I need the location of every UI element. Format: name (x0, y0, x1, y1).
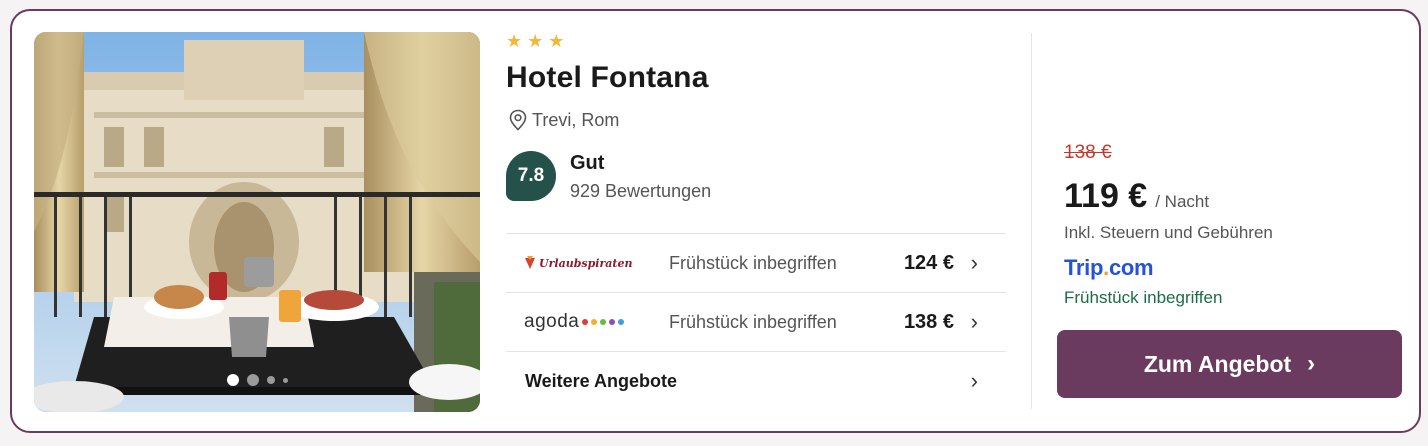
offer-price: 124 € (903, 251, 954, 274)
old-price: 138 € (1064, 142, 1112, 163)
star-icon: ★ (506, 31, 523, 51)
breakfast-note: Frühstück inbegriffen (1064, 288, 1223, 307)
view-deal-button[interactable]: Zum Angebot › (1057, 330, 1402, 398)
more-offers-row[interactable]: Weitere Angebote › (506, 351, 1006, 410)
gallery-dot[interactable] (226, 374, 239, 386)
hotel-photo[interactable] (34, 32, 480, 412)
hotel-photo-image (34, 32, 480, 412)
chevron-right-icon: › (1307, 350, 1316, 377)
hotel-card: ★ ★ ★ Hotel Fontana Trevi, Rom 7.8 Gut 9… (10, 9, 1421, 433)
gallery-dot[interactable] (282, 377, 288, 383)
gallery-pagination (34, 374, 480, 386)
per-night-label: / Nacht (1155, 192, 1210, 211)
map-pin-icon (509, 109, 527, 131)
chevron-right-icon: › (970, 250, 978, 275)
pirate-icon (525, 256, 535, 269)
view-deal-label: Zum Angebot (1143, 350, 1292, 377)
hotel-location: Trevi, Rom (508, 109, 619, 131)
rating-label: Gut (570, 152, 605, 174)
offer-description: Frühstück inbegriffen (669, 311, 837, 332)
gallery-dot[interactable] (266, 376, 275, 384)
price-line: 119 € / Nacht (1064, 177, 1209, 216)
offer-list: Urlaubspiraten Frühstück inbegriffen 124… (506, 233, 1006, 410)
urlaubspiraten-logo: Urlaubspiraten (506, 256, 656, 270)
star-rating: ★ ★ ★ (506, 31, 564, 51)
location-text: Trevi, Rom (532, 109, 620, 130)
review-count[interactable]: 929 Bewertungen (570, 181, 711, 202)
offer-row-agoda[interactable]: agoda Frühstück inbegriffen 138 € › (506, 292, 1006, 351)
gallery-dot[interactable] (246, 374, 259, 386)
hotel-name[interactable]: Hotel Fontana (506, 61, 709, 95)
trip-com-logo: Trip.com (1064, 255, 1154, 280)
chevron-right-icon: › (970, 309, 978, 334)
offer-price: 138 € (903, 310, 954, 333)
agoda-logo: agoda (506, 311, 656, 333)
chevron-right-icon: › (970, 368, 978, 393)
column-divider (1031, 33, 1032, 409)
taxes-note: Inkl. Steuern und Gebühren (1064, 223, 1273, 242)
star-icon: ★ (548, 31, 565, 51)
offer-description: Frühstück inbegriffen (669, 252, 837, 273)
current-price: 119 € (1064, 177, 1148, 215)
rating-badge: 7.8 (506, 151, 556, 201)
star-icon: ★ (527, 31, 544, 51)
offer-row-urlaubspiraten[interactable]: Urlaubspiraten Frühstück inbegriffen 124… (506, 233, 1006, 292)
more-offers-label: Weitere Angebote (525, 370, 678, 391)
